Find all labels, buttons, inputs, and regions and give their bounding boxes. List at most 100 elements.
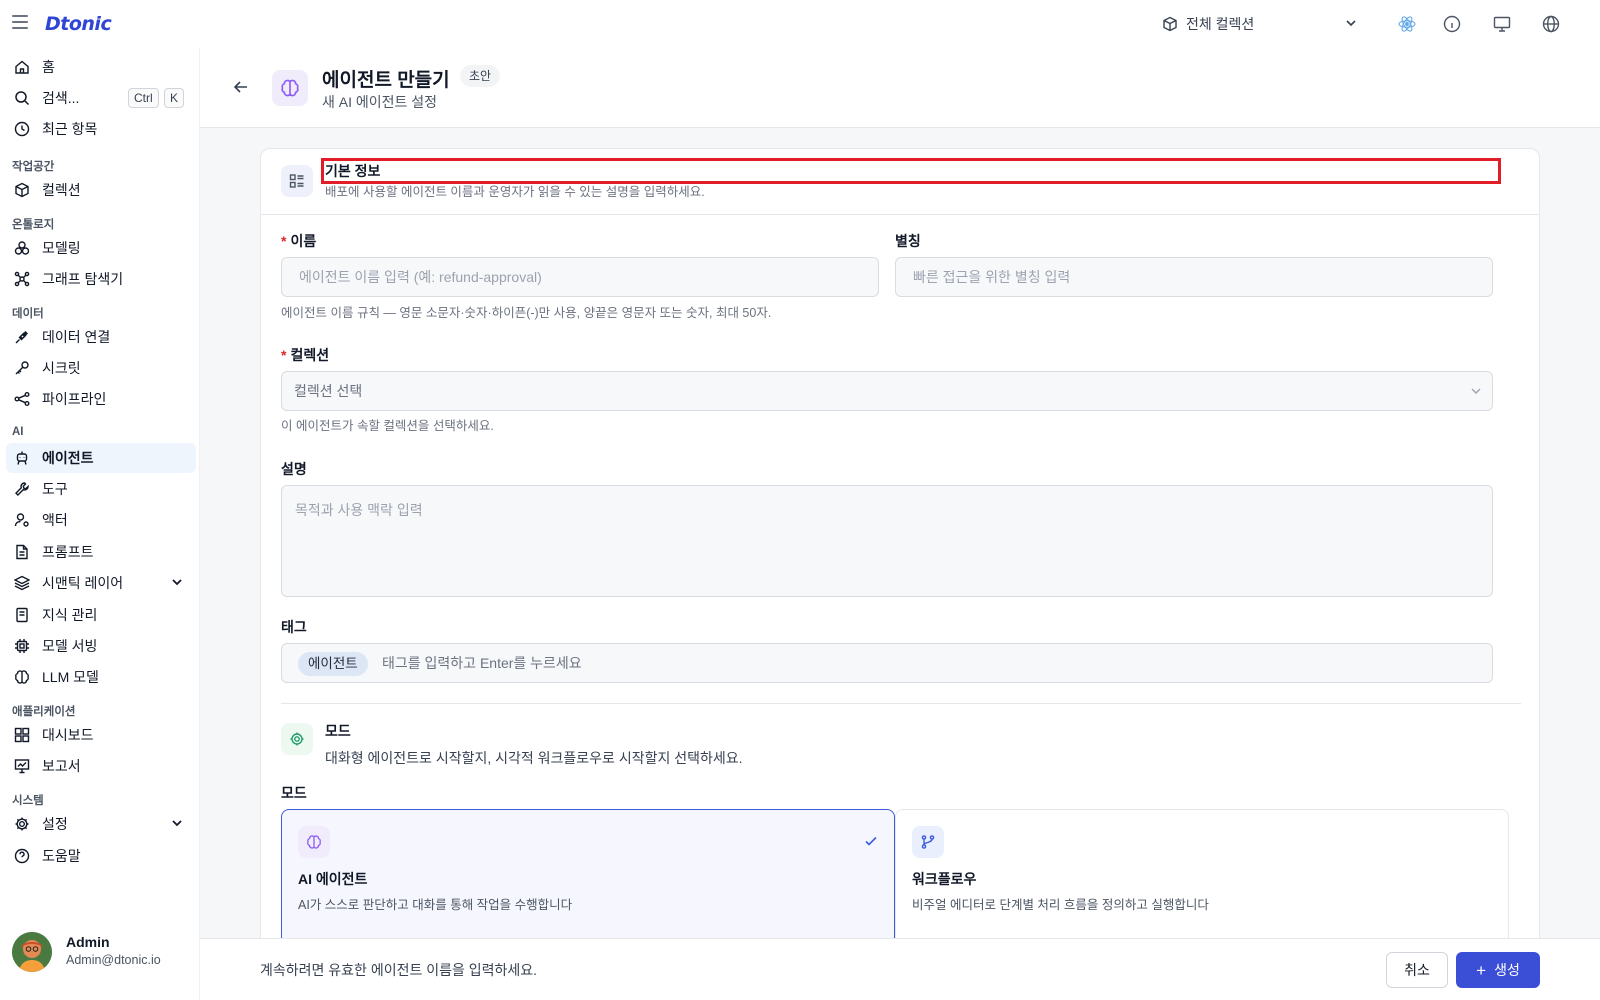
avatar — [12, 932, 52, 972]
monitor-icon[interactable] — [1492, 14, 1512, 34]
mode-section-description: 대화형 에이전트로 시작할지, 시각적 워크플로우로 시작할지 선택하세요. — [325, 750, 743, 766]
section-label-applications: 애플리케이션 — [12, 706, 76, 718]
agent-name-input[interactable]: 에이전트 이름 입력 (예: refund-approval) — [281, 257, 879, 297]
sidebar-item-pipeline[interactable]: 파이프라인 — [6, 384, 196, 414]
sidebar-item-search[interactable]: 검색... Ctrl K — [6, 83, 196, 113]
sidebar-item-knowledge[interactable]: 지식 관리 — [6, 600, 196, 630]
sidebar-item-label: 보고서 — [42, 758, 81, 774]
sidebar-item-label: 지식 관리 — [42, 607, 98, 623]
section-label-system: 시스템 — [12, 795, 44, 807]
sidebar-item-dashboards[interactable]: 대시보드 — [6, 720, 196, 750]
sidebar-item-label: 파이프라인 — [42, 391, 107, 407]
mode-option-title: 워크플로우 — [912, 871, 977, 887]
sidebar-item-label: 액터 — [42, 512, 68, 528]
chevron-down-icon — [172, 820, 182, 827]
dashboard-icon — [14, 727, 30, 743]
alias-input[interactable]: 빠른 접근을 위한 별칭 입력 — [895, 257, 1493, 297]
collection-selector-label: 전체 컬렉션 — [1186, 16, 1255, 32]
collection-selector[interactable]: 전체 컬렉션 — [1162, 12, 1362, 36]
back-arrow-icon[interactable] — [232, 78, 250, 96]
home-icon — [15, 60, 29, 74]
avatar-image — [12, 932, 52, 972]
collection-label: * 컬렉션 — [281, 347, 330, 363]
sidebar-item-label: 컬렉션 — [42, 182, 81, 198]
sidebar-item-tools[interactable]: 도구 — [6, 474, 196, 504]
description-textarea[interactable]: 목적과 사용 맥락 입력 — [281, 485, 1493, 597]
required-marker: * — [281, 233, 287, 249]
clock-icon — [14, 121, 30, 137]
user-profile[interactable]: Admin Admin@dtonic.io — [10, 930, 195, 976]
search-icon — [15, 91, 30, 106]
sidebar-item-label: 모델 서빙 — [42, 638, 98, 654]
layers-icon — [14, 575, 30, 591]
name-label: * 이름 — [281, 233, 317, 249]
globe-icon[interactable] — [1541, 14, 1561, 34]
menu-icon[interactable] — [12, 15, 28, 31]
graph-icon — [14, 271, 30, 287]
sidebar-item-model-serving[interactable]: 모델 서빙 — [6, 631, 196, 661]
agent-form-card: 배포에 사용할 에이전트 이름과 운영자가 읽을 수 있는 설명을 입력하세요.… — [260, 148, 1540, 1000]
sidebar-item-label: 에이전트 — [42, 450, 94, 466]
alias-label: 별칭 — [895, 233, 921, 249]
sidebar-item-secrets[interactable]: 시크릿 — [6, 353, 196, 383]
collection-select[interactable]: 컬렉션 선택 — [281, 371, 1493, 411]
sidebar-item-modeling[interactable]: 모델링 — [6, 233, 196, 263]
react-logo-icon[interactable] — [1397, 14, 1417, 34]
sidebar-item-semantic-layer[interactable]: 시맨틱 레이어 — [6, 568, 196, 598]
sidebar-item-settings[interactable]: 설정 — [6, 809, 196, 839]
sidebar-item-label: 프롬프트 — [42, 544, 94, 560]
sidebar-item-prompts[interactable]: 프롬프트 — [6, 537, 196, 567]
document-icon — [16, 544, 28, 560]
settings-icon — [281, 723, 313, 755]
sidebar-item-recent[interactable]: 최근 항목 — [6, 114, 196, 144]
form-footer: 계속하려면 유효한 에이전트 이름을 입력하세요. 취소 + 생성 — [200, 938, 1600, 1000]
sidebar-item-data-connection[interactable]: 데이터 연결 — [6, 322, 196, 352]
check-icon — [865, 836, 877, 846]
wrench-icon — [15, 482, 29, 496]
tag-chip[interactable]: 에이전트 — [298, 652, 368, 676]
basic-info-title: 기본 정보 — [325, 163, 381, 179]
required-marker: * — [281, 347, 287, 363]
sidebar-item-graph-explorer[interactable]: 그래프 탐색기 — [6, 264, 196, 294]
cancel-button[interactable]: 취소 — [1386, 952, 1448, 988]
status-badge: 초안 — [460, 65, 501, 87]
pipeline-icon — [14, 392, 30, 406]
chevron-down-icon — [1471, 388, 1481, 394]
tags-input[interactable]: 에이전트 태그를 입력하고 Enter를 누르세요 — [281, 643, 1493, 683]
logo[interactable]: Dtonic — [45, 13, 112, 35]
info-icon[interactable] — [1442, 14, 1462, 34]
tags-label: 태그 — [281, 619, 307, 635]
sidebar-item-label: 대시보드 — [42, 727, 94, 743]
bot-icon — [16, 451, 28, 465]
tags-placeholder: 태그를 입력하고 Enter를 누르세요 — [382, 655, 582, 671]
sidebar: 홈 검색... Ctrl K 최근 항목 작업공간 컬렉션 온톨로지 모델링 그… — [0, 48, 200, 1000]
sidebar-item-label: 설정 — [42, 816, 68, 832]
shortcut-k-key: K — [164, 88, 185, 108]
create-button[interactable]: + 생성 — [1456, 952, 1540, 988]
modeling-icon — [14, 241, 30, 255]
description-label: 설명 — [281, 461, 307, 477]
sidebar-item-label: 최근 항목 — [42, 121, 98, 137]
user-name: Admin — [66, 934, 110, 950]
sidebar-item-agents[interactable]: 에이전트 — [6, 443, 196, 473]
plug-icon — [15, 331, 28, 344]
sidebar-item-help[interactable]: 도움말 — [6, 841, 196, 871]
collection-hint: 이 에이전트가 속할 컬렉션을 선택하세요. — [281, 419, 494, 433]
divider — [281, 703, 1521, 704]
sidebar-item-label: 검색... — [42, 90, 80, 106]
sidebar-item-home[interactable]: 홈 — [6, 52, 196, 82]
sidebar-item-reports[interactable]: 보고서 — [6, 751, 196, 781]
sidebar-item-collections[interactable]: 컬렉션 — [6, 175, 196, 205]
page-title: 에이전트 만들기 — [322, 70, 450, 91]
sidebar-item-llm-models[interactable]: LLM 모델 — [6, 662, 196, 692]
shortcut-ctrl-key: Ctrl — [128, 88, 159, 108]
brain-icon — [15, 670, 29, 684]
list-icon — [281, 165, 313, 197]
sidebar-item-actors[interactable]: 액터 — [6, 505, 196, 535]
chevron-down-icon — [1346, 20, 1356, 27]
sidebar-item-label: 그래프 탐색기 — [42, 271, 124, 287]
sidebar-item-label: 모델링 — [42, 240, 81, 256]
create-button-label: 생성 — [1494, 962, 1520, 978]
sidebar-item-label: 홈 — [42, 59, 55, 75]
section-label-data: 데이터 — [12, 308, 44, 320]
